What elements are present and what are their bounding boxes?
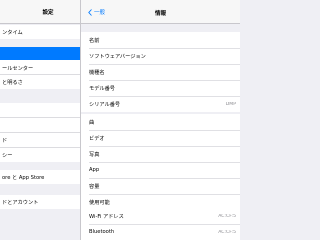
row-label: ソフトウェアバージョン — [89, 53, 146, 60]
sidebar-item-passcode-row[interactable]: ド — [0, 133, 80, 147]
sidebar-item-itunes-app-store[interactable]: ore と App Store — [0, 170, 80, 184]
row-videos: ビデオ — [81, 130, 240, 146]
row-photos: 写真 — [81, 146, 240, 162]
row-serial-number: シリアル番号 DMP — [81, 96, 240, 112]
row-songs: 曲 — [81, 114, 240, 130]
info-group-device: 名前 ソフトウェアバージョン 機種名 モデル番号 シリアル番号 DMP — [81, 32, 240, 112]
row-label: シリアル番号 — [89, 101, 121, 108]
row-label: 写真 — [89, 151, 100, 158]
sidebar-item-display-brightness[interactable]: と明るさ — [0, 75, 80, 89]
row-value: AC:CF:5 — [218, 229, 236, 235]
sidebar-item-label: ド — [2, 137, 8, 144]
info-group-network: Wi-Fi アドレス AC:CF:5 Bluetooth AC:CF:5 — [81, 208, 240, 240]
row-label: 曲 — [89, 119, 95, 126]
sidebar-header: 設定 — [0, 0, 80, 24]
sidebar-title: 設定 — [42, 9, 54, 16]
detail-pane: 一般 情報 名前 ソフトウェアバージョン 機種名 モデル番号 シリアル番号 DMP… — [81, 0, 240, 240]
row-label: ビデオ — [89, 135, 105, 142]
row-name[interactable]: 名前 — [81, 32, 240, 48]
row-label: App — [89, 167, 100, 173]
row-label: Bluetooth — [89, 229, 115, 235]
sidebar-item-passwords-accounts[interactable]: ドとアカウント — [0, 195, 80, 209]
row-capacity: 容量 — [81, 178, 240, 194]
sidebar-item-label: ドとアカウント — [2, 199, 39, 206]
navigation-bar: 一般 情報 — [81, 0, 240, 24]
row-model-number[interactable]: モデル番号 — [81, 80, 240, 96]
row-value: AC:CF:5 — [218, 213, 236, 219]
row-label: Wi-Fi アドレス — [89, 213, 124, 220]
row-apps: App — [81, 162, 240, 178]
sidebar-item-label: ore と App Store — [2, 174, 45, 181]
sidebar-item-label: ールセンター — [2, 65, 34, 72]
sidebar-item-label: と明るさ — [2, 79, 23, 86]
settings-screen: 設定 ンタイム ールセンター と明るさ ド シー ore と App Store… — [0, 0, 240, 240]
row-value: DMP — [225, 101, 236, 107]
row-label: 使用可能 — [89, 199, 110, 206]
sidebar-item-label: ンタイム — [2, 29, 23, 36]
sidebar-item-wallpaper[interactable] — [0, 103, 80, 117]
row-model-name: 機種名 — [81, 64, 240, 80]
sidebar-item-control-center[interactable]: ールセンター — [0, 61, 80, 75]
row-label: モデル番号 — [89, 85, 115, 92]
settings-sidebar: 設定 ンタイム ールセンター と明るさ ド シー ore と App Store… — [0, 0, 81, 240]
sidebar-item-passcode[interactable] — [0, 118, 80, 132]
sidebar-item-privacy[interactable]: シー — [0, 148, 80, 162]
sidebar-item-selected[interactable] — [0, 47, 80, 60]
row-label: 機種名 — [89, 69, 105, 76]
row-software-version: ソフトウェアバージョン — [81, 48, 240, 64]
info-group-media: 曲 ビデオ 写真 App 容量 使用可能 — [81, 114, 240, 210]
row-wifi-address: Wi-Fi アドレス AC:CF:5 — [81, 208, 240, 224]
row-label: 容量 — [89, 183, 100, 190]
row-label: 名前 — [89, 37, 100, 44]
sidebar-item-label: シー — [2, 152, 13, 159]
sidebar-item-screen-time[interactable]: ンタイム — [0, 25, 80, 39]
row-bluetooth: Bluetooth AC:CF:5 — [81, 224, 240, 240]
page-title: 情報 — [154, 11, 166, 17]
